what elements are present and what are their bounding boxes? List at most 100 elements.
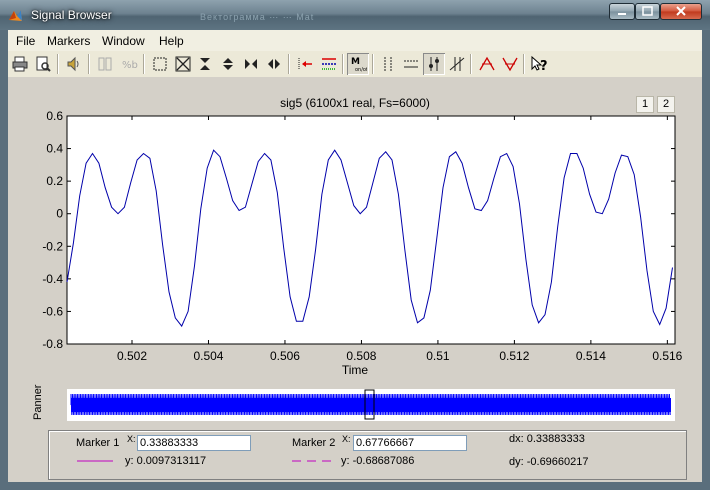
slope-markers-button[interactable]	[446, 53, 468, 75]
zoom-y-out-icon	[223, 58, 233, 70]
zoom-y-in-button[interactable]	[194, 53, 216, 75]
figure-area: sig5 (6100x1 real, Fs=6000) 1 2 0.6 0.4 0.…	[8, 78, 702, 482]
vertical-markers-icon	[384, 57, 392, 71]
toolbar-separator	[342, 54, 344, 74]
signal-plot[interactable]: 0.6 0.4 0.2 0 -0.2 -0.4 -0.6 -0.8 0.502 0.504 0.5…	[8, 78, 702, 482]
array-signal-icon	[322, 58, 336, 70]
x-tick-label: 0.514	[576, 349, 606, 363]
delta-x-value: dx: 0.33883333	[509, 433, 585, 445]
close-button[interactable]	[660, 3, 702, 20]
minimize-button[interactable]	[609, 3, 635, 20]
menu-bar: File Markers Window Help	[8, 30, 702, 51]
label-button[interactable]: %b	[118, 53, 140, 75]
peaks-icon	[479, 56, 495, 71]
delta-y-value: dy: -0.69660217	[509, 456, 589, 468]
toolbar-separator	[57, 54, 59, 74]
panner-signal-core	[71, 398, 671, 412]
x-tick-label: 0.51	[426, 349, 450, 363]
select-trace-icon	[298, 58, 312, 70]
y-tick-label: 0.6	[46, 109, 63, 123]
zoom-x-out-icon	[268, 59, 280, 69]
valleys-icon	[502, 57, 518, 72]
menu-help[interactable]: Help	[159, 34, 184, 48]
toolbar-separator	[523, 54, 525, 74]
svg-text:%b: %b	[122, 60, 138, 71]
y-tick-label: 0	[56, 207, 63, 221]
x-axis-label: Time	[341, 363, 369, 377]
select-icon	[153, 57, 167, 71]
play-button[interactable]	[63, 53, 85, 75]
svg-text:?: ?	[540, 59, 548, 73]
print-icon	[12, 56, 28, 72]
client-area: File Markers Window Help %b M on/o ? sig…	[8, 30, 702, 482]
menu-markers[interactable]: Markers	[47, 34, 90, 48]
zoom-full-button[interactable]	[172, 53, 194, 75]
signal-browser-window: Signal Browser Вектограмма ⋯ ⋯ Mat File …	[0, 0, 710, 490]
y-tick-label: -0.2	[42, 239, 63, 253]
horizontal-markers-icon	[404, 60, 418, 68]
link-icon	[98, 57, 112, 71]
zoom-x-in-button[interactable]	[240, 53, 262, 75]
marker2-line-sample	[292, 460, 332, 462]
plot-axes-box	[66, 115, 676, 345]
x-tick-label: 0.504	[193, 349, 223, 363]
zoom-full-icon	[175, 56, 191, 72]
close-icon	[676, 6, 686, 16]
whats-this-icon: ?	[531, 55, 548, 73]
select-trace-button[interactable]	[294, 53, 316, 75]
horizontal-markers-button[interactable]	[400, 53, 422, 75]
marker2-label: Marker 2	[292, 437, 336, 449]
zoom-y-in-icon	[200, 58, 210, 70]
toolbar-separator	[470, 54, 472, 74]
menu-file[interactable]: File	[16, 34, 35, 48]
valleys-button[interactable]	[499, 53, 521, 75]
marker-panel: Marker 1 X: 0.33883333 y: 0.0097313117 M…	[48, 430, 687, 480]
vertical-markers-button[interactable]	[377, 53, 399, 75]
toolbar-separator	[143, 54, 145, 74]
y-tick-label: 0.2	[46, 174, 63, 188]
track-markers-icon	[429, 57, 439, 71]
title-bar[interactable]: Signal Browser Вектограмма ⋯ ⋯ Mat	[0, 0, 710, 30]
markers-toggle-button[interactable]: Mon/off	[347, 53, 369, 75]
background-window-title: Вектограмма ⋯ ⋯ Mat	[200, 12, 315, 22]
panner[interactable]	[67, 389, 675, 421]
marker2-y-value: y: -0.68687086	[341, 455, 415, 467]
marker1-label: Marker 1	[76, 437, 120, 449]
toolbar-separator	[88, 54, 90, 74]
y-tick-label: -0.8	[42, 337, 63, 351]
minimize-icon	[618, 13, 626, 15]
array-signal-button[interactable]	[318, 53, 340, 75]
marker1-y-value: y: 0.0097313117	[125, 455, 207, 467]
whats-this-button[interactable]: ?	[528, 53, 550, 75]
link-button[interactable]	[94, 53, 116, 75]
print-preview-button[interactable]	[32, 53, 54, 75]
maximize-icon	[642, 6, 653, 16]
marker1-line-sample	[77, 460, 113, 462]
print-preview-icon	[36, 56, 51, 72]
print-button[interactable]	[9, 53, 31, 75]
panner-overview[interactable]	[67, 389, 675, 421]
peaks-button[interactable]	[476, 53, 498, 75]
marker1-x-field[interactable]: 0.33883333	[137, 435, 251, 451]
speaker-icon	[67, 56, 79, 72]
svg-text:on/off: on/off	[355, 67, 367, 73]
slope-markers-icon	[449, 57, 465, 71]
select-button[interactable]	[149, 53, 171, 75]
x-tick-label: 0.502	[117, 349, 147, 363]
y-tick-label: -0.4	[42, 272, 63, 286]
zoom-x-out-button[interactable]	[263, 53, 285, 75]
marker2-x-field[interactable]: 0.67766667	[353, 435, 467, 451]
zoom-y-out-button[interactable]	[217, 53, 239, 75]
toolbar-separator	[372, 54, 374, 74]
y-tick-label: -0.6	[42, 304, 63, 318]
track-markers-button[interactable]	[423, 53, 445, 75]
panner-label: Panner	[32, 384, 44, 420]
markers-toggle-icon: Mon/off	[351, 57, 367, 73]
toolbar-separator	[288, 54, 290, 74]
zoom-x-in-icon	[245, 59, 257, 69]
menu-window[interactable]: Window	[102, 34, 145, 48]
matlab-app-icon	[9, 10, 22, 21]
x-tick-label: 0.508	[346, 349, 376, 363]
maximize-button[interactable]	[635, 3, 660, 20]
x-tick-label: 0.506	[270, 349, 300, 363]
